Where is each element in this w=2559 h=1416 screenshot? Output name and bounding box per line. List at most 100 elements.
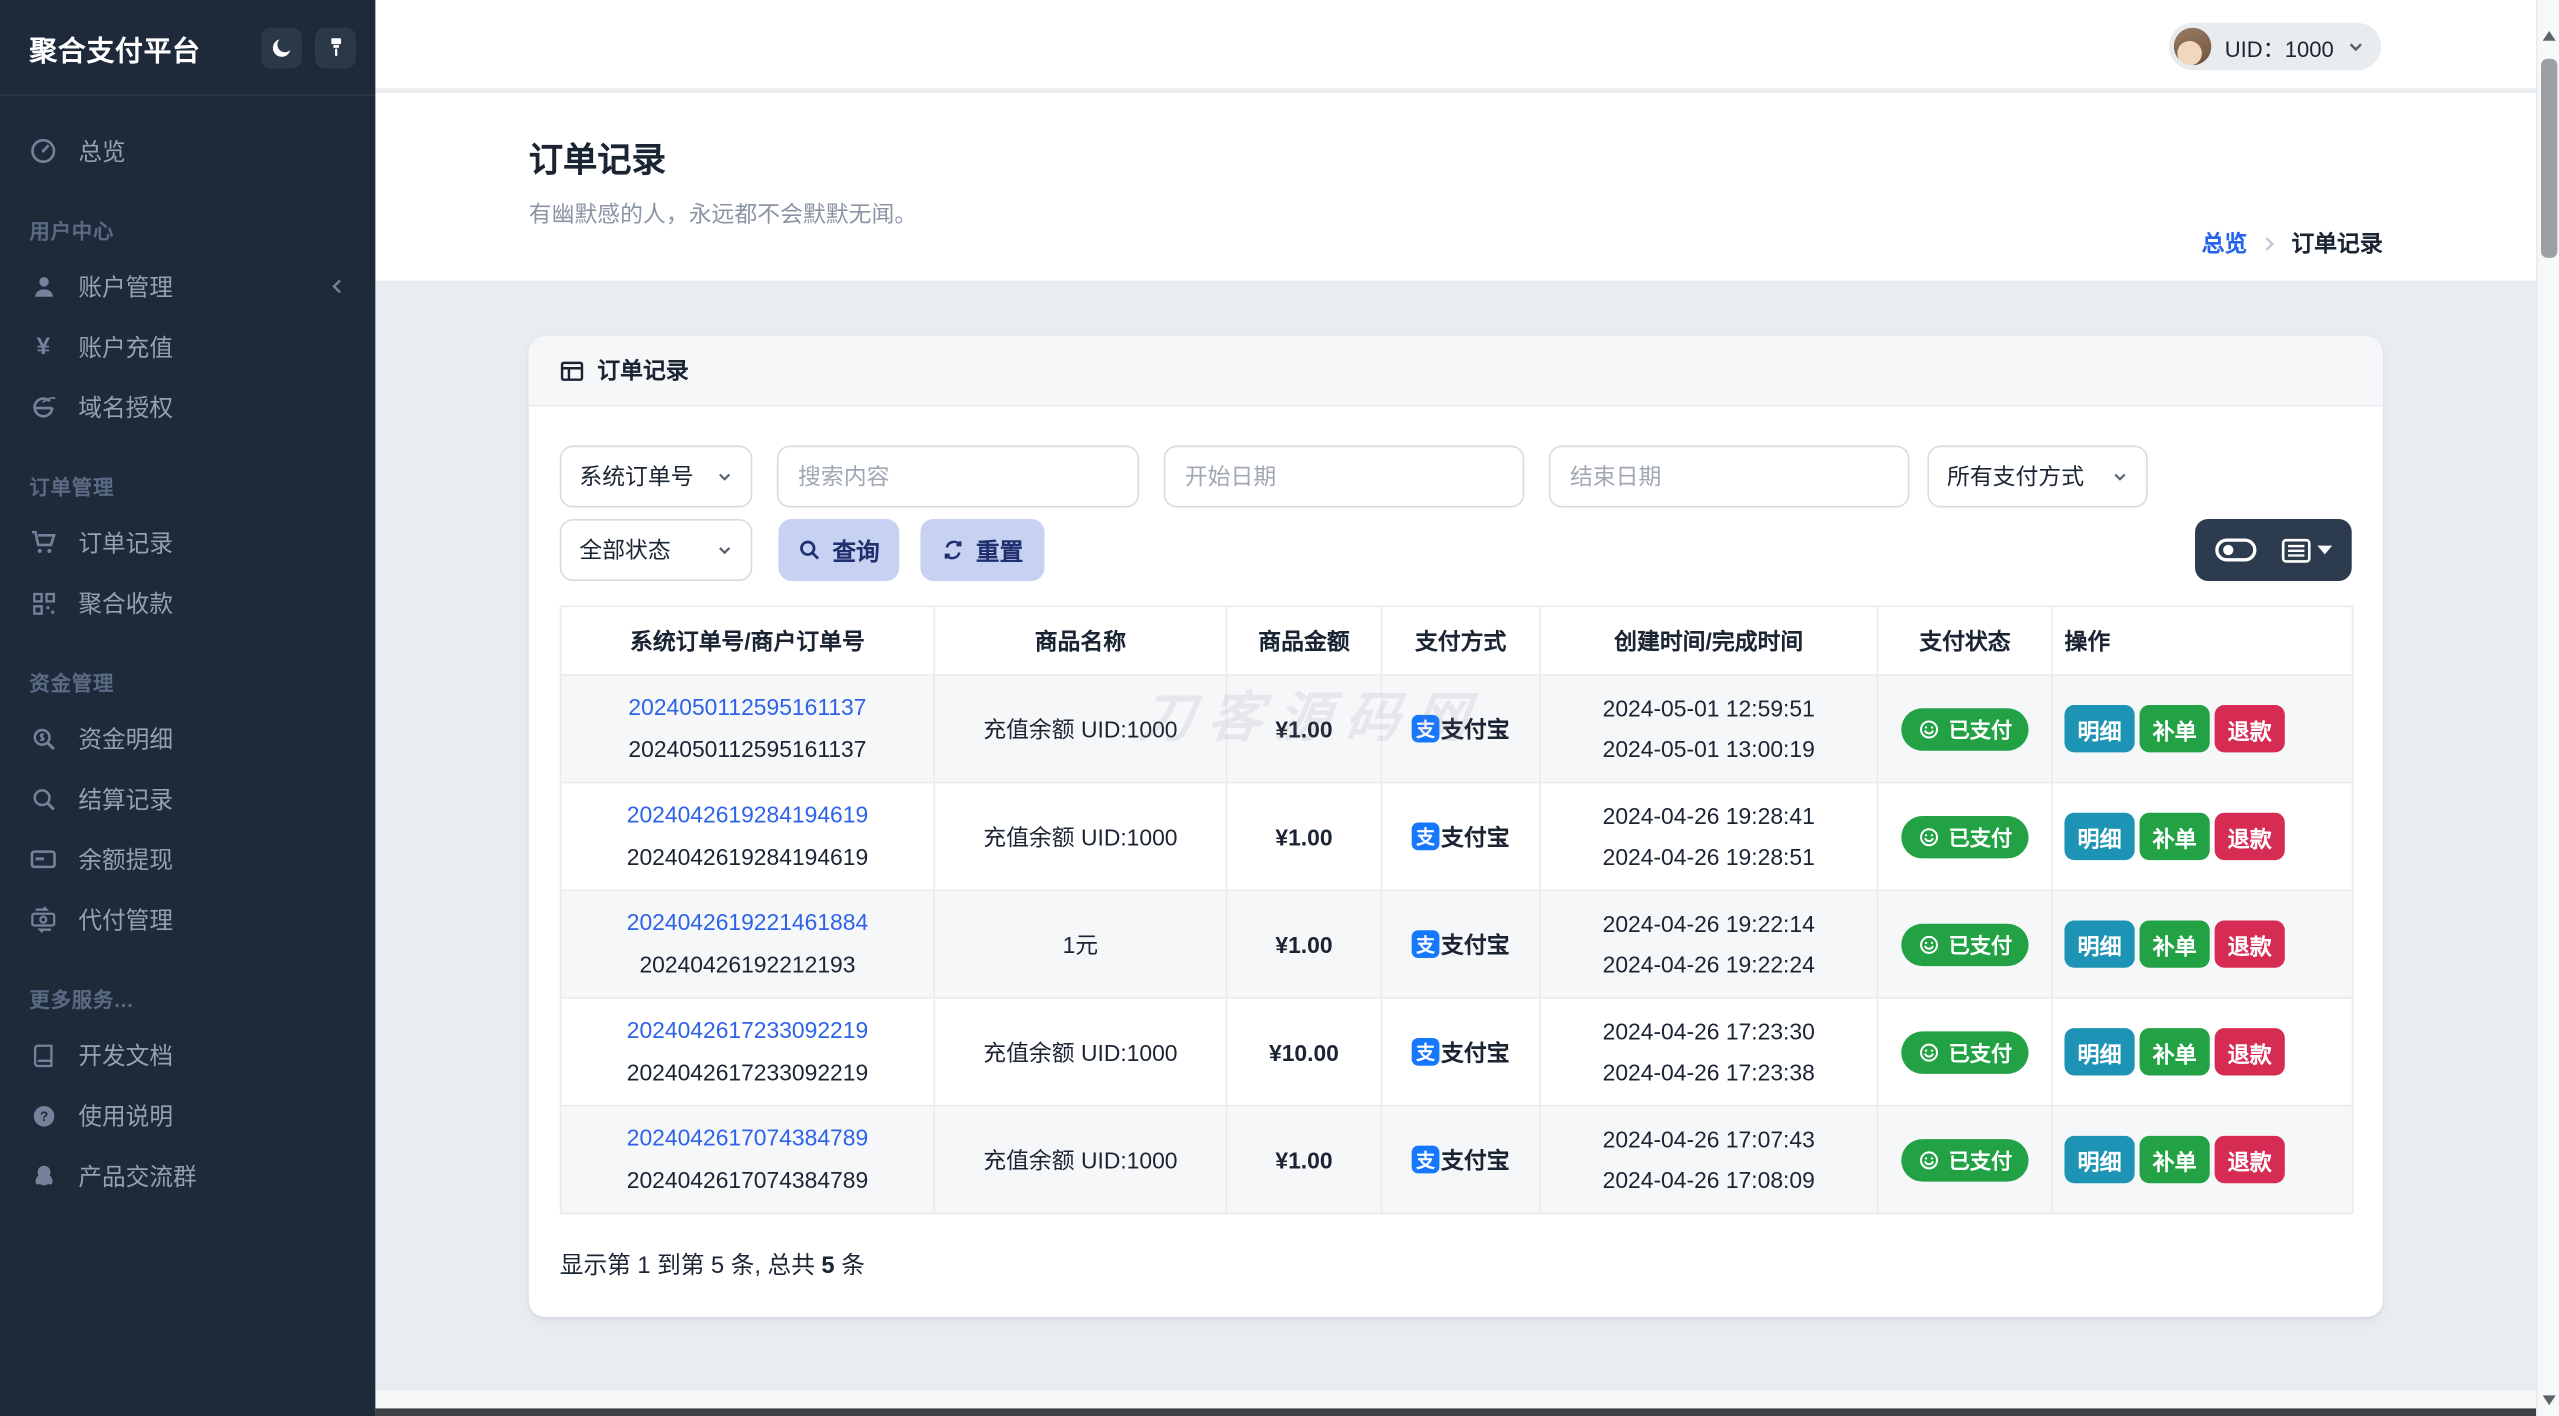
columns-dropdown-button[interactable] bbox=[2281, 538, 2333, 562]
order-no-link[interactable]: 2024042617233092219 bbox=[571, 1010, 924, 1052]
vertical-scrollbar[interactable] bbox=[2536, 0, 2559, 1416]
status-badge: 已支付 bbox=[1901, 1138, 2029, 1181]
order-no-link[interactable]: 2024042619284194619 bbox=[571, 794, 924, 836]
section-title: 更多服务... bbox=[29, 988, 134, 1012]
start-date-input[interactable] bbox=[1163, 445, 1525, 508]
query-button[interactable]: 查询 bbox=[778, 518, 900, 581]
pay-method: 支支付宝 bbox=[1411, 820, 1510, 853]
sidebar-section-funds: 资金管理 资金明细 结算记录 余额提现 代付管理 bbox=[0, 653, 375, 950]
table-row: 2024042619284194619 2024042619284194619 充… bbox=[559, 781, 2354, 892]
refund-button[interactable]: 退款 bbox=[2214, 920, 2285, 968]
sidebar-item-payout-manage[interactable]: 代付管理 bbox=[0, 889, 375, 949]
pay-method: 支支付宝 bbox=[1411, 1036, 1510, 1069]
sidebar-item-fund-details[interactable]: 资金明细 bbox=[0, 708, 375, 768]
col-header-amount: 商品金额 bbox=[1225, 605, 1383, 676]
detail-button[interactable]: 明细 bbox=[2064, 1135, 2135, 1184]
dark-mode-button[interactable] bbox=[261, 26, 302, 68]
table-row: 2024050112595161137 2024050112595161137 充… bbox=[559, 674, 2354, 784]
status-badge: 已支付 bbox=[1901, 815, 2029, 858]
sidebar-item-account-manage[interactable]: 账户管理 bbox=[0, 256, 375, 316]
status-badge: 已支付 bbox=[1901, 707, 2029, 750]
refund-button[interactable]: 退款 bbox=[2214, 1135, 2285, 1184]
explorer-icon bbox=[29, 393, 57, 421]
amount: ¥1.00 bbox=[1225, 889, 1383, 999]
sidebar-item-label: 资金明细 bbox=[78, 727, 173, 754]
sidebar-item-order-records[interactable]: 订单记录 bbox=[0, 512, 375, 572]
sidebar-item-label: 余额提现 bbox=[78, 848, 173, 875]
sidebar-item-settlement-records[interactable]: 结算记录 bbox=[0, 769, 375, 829]
order-no-link[interactable]: 2024042619221461884 bbox=[571, 902, 924, 944]
merchant-no: 2024042619284194619 bbox=[626, 842, 869, 870]
refund-button[interactable]: 退款 bbox=[2214, 812, 2285, 861]
alipay-icon: 支 bbox=[1411, 930, 1440, 958]
sidebar-item-usage-guide[interactable]: ? 使用说明 bbox=[0, 1085, 375, 1145]
refund-button[interactable]: 退款 bbox=[2214, 1028, 2285, 1076]
breadcrumb-chevron-icon bbox=[2260, 234, 2278, 252]
sidebar-item-product-group[interactable]: 产品交流群 bbox=[0, 1146, 375, 1206]
sidebar-item-dev-docs[interactable]: 开发文档 bbox=[0, 1025, 375, 1085]
breadcrumb-current: 订单记录 bbox=[2291, 230, 2383, 257]
chevron-left-icon bbox=[328, 277, 346, 295]
sidebar-section-more: 更多服务... 开发文档 ? 使用说明 产品交流群 bbox=[0, 969, 375, 1206]
scroll-down-arrow[interactable] bbox=[2542, 1395, 2556, 1406]
sidebar-nav: 总览 用户中心 账户管理 ¥ 账户充值 域名授权 订单管理 订单记录 聚合收款 … bbox=[0, 96, 375, 1206]
col-header-time: 创建时间/完成时间 bbox=[1538, 605, 1879, 676]
scrollbar-thumb[interactable] bbox=[2540, 58, 2557, 258]
sidebar-section-orders: 订单管理 订单记录 聚合收款 bbox=[0, 457, 375, 633]
sidebar-item-account-recharge[interactable]: ¥ 账户充值 bbox=[0, 317, 375, 377]
sidebar-item-aggregate-collect[interactable]: 聚合收款 bbox=[0, 573, 375, 633]
status-select[interactable]: 全部状态 bbox=[559, 518, 753, 581]
smiley-icon bbox=[1920, 719, 1938, 738]
detail-button[interactable]: 明细 bbox=[2064, 705, 2135, 753]
col-header-order-no: 系统订单号/商户订单号 bbox=[559, 605, 936, 676]
theme-brush-button[interactable] bbox=[314, 26, 356, 68]
detail-button[interactable]: 明细 bbox=[2064, 920, 2135, 968]
scroll-up-arrow[interactable] bbox=[2542, 31, 2556, 41]
col-header-actions: 操作 bbox=[2051, 605, 2354, 676]
order-no-link[interactable]: 2024050112595161137 bbox=[571, 686, 924, 728]
col-header-method: 支付方式 bbox=[1380, 605, 1541, 676]
breadcrumb-root-link[interactable]: 总览 bbox=[2202, 227, 2248, 260]
page-subtitle: 有幽默感的人，永远都不会默默无闻。 bbox=[528, 200, 918, 227]
end-date-input[interactable] bbox=[1548, 445, 1910, 508]
content: 订单记录 系统订单号 所有支付方 bbox=[375, 281, 2536, 1318]
qrcode-icon bbox=[29, 589, 57, 617]
pay-method-select[interactable]: 所有支付方式 bbox=[1927, 445, 2148, 508]
card-header: 订单记录 bbox=[528, 336, 2383, 407]
time-cell: 2024-05-01 12:59:51 2024-05-01 13:00:19 bbox=[1538, 674, 1879, 784]
order-type-select[interactable]: 系统订单号 bbox=[559, 445, 753, 508]
amount: ¥1.00 bbox=[1225, 781, 1383, 892]
product-name: 充值余额 UID:1000 bbox=[933, 997, 1228, 1107]
reissue-button[interactable]: 补单 bbox=[2139, 705, 2210, 753]
user-menu[interactable]: UID：1000 bbox=[2169, 22, 2382, 71]
card-view-toggle[interactable] bbox=[2215, 537, 2257, 563]
search-input[interactable] bbox=[776, 445, 1140, 508]
reissue-button[interactable]: 补单 bbox=[2139, 812, 2210, 861]
refund-button[interactable]: 退款 bbox=[2214, 705, 2285, 753]
horizontal-scrollbar[interactable] bbox=[375, 1408, 2537, 1416]
reissue-button[interactable]: 补单 bbox=[2139, 920, 2210, 968]
chevron-down-icon bbox=[2347, 38, 2365, 56]
table-row: 2024042617233092219 2024042617233092219 充… bbox=[559, 997, 2354, 1107]
sidebar-item-label: 总览 bbox=[78, 140, 126, 167]
chevron-down-icon bbox=[2112, 468, 2128, 484]
reissue-button[interactable]: 补单 bbox=[2139, 1028, 2210, 1076]
reissue-button[interactable]: 补单 bbox=[2139, 1135, 2210, 1184]
sidebar-item-label: 开发文档 bbox=[78, 1044, 173, 1071]
time-cell: 2024-04-26 19:22:14 2024-04-26 19:22:24 bbox=[1538, 889, 1879, 999]
alipay-icon: 支 bbox=[1411, 1145, 1440, 1174]
avatar bbox=[2174, 27, 2212, 66]
paint-brush-icon bbox=[324, 36, 347, 59]
reset-button[interactable]: 重置 bbox=[920, 518, 1045, 581]
detail-button[interactable]: 明细 bbox=[2064, 812, 2135, 861]
col-header-product: 商品名称 bbox=[933, 605, 1228, 676]
order-no-link[interactable]: 2024042617074384789 bbox=[571, 1117, 924, 1159]
smiley-icon bbox=[1920, 935, 1938, 954]
sidebar-item-balance-withdraw[interactable]: 余额提现 bbox=[0, 829, 375, 889]
sidebar-item-domain-auth[interactable]: 域名授权 bbox=[0, 377, 375, 437]
topbar: UID：1000 bbox=[375, 0, 2537, 94]
pay-method: 支支付宝 bbox=[1411, 928, 1510, 961]
detail-button[interactable]: 明细 bbox=[2064, 1028, 2135, 1076]
sidebar-item-overview[interactable]: 总览 bbox=[0, 121, 375, 181]
col-header-status: 支付状态 bbox=[1876, 605, 2054, 676]
